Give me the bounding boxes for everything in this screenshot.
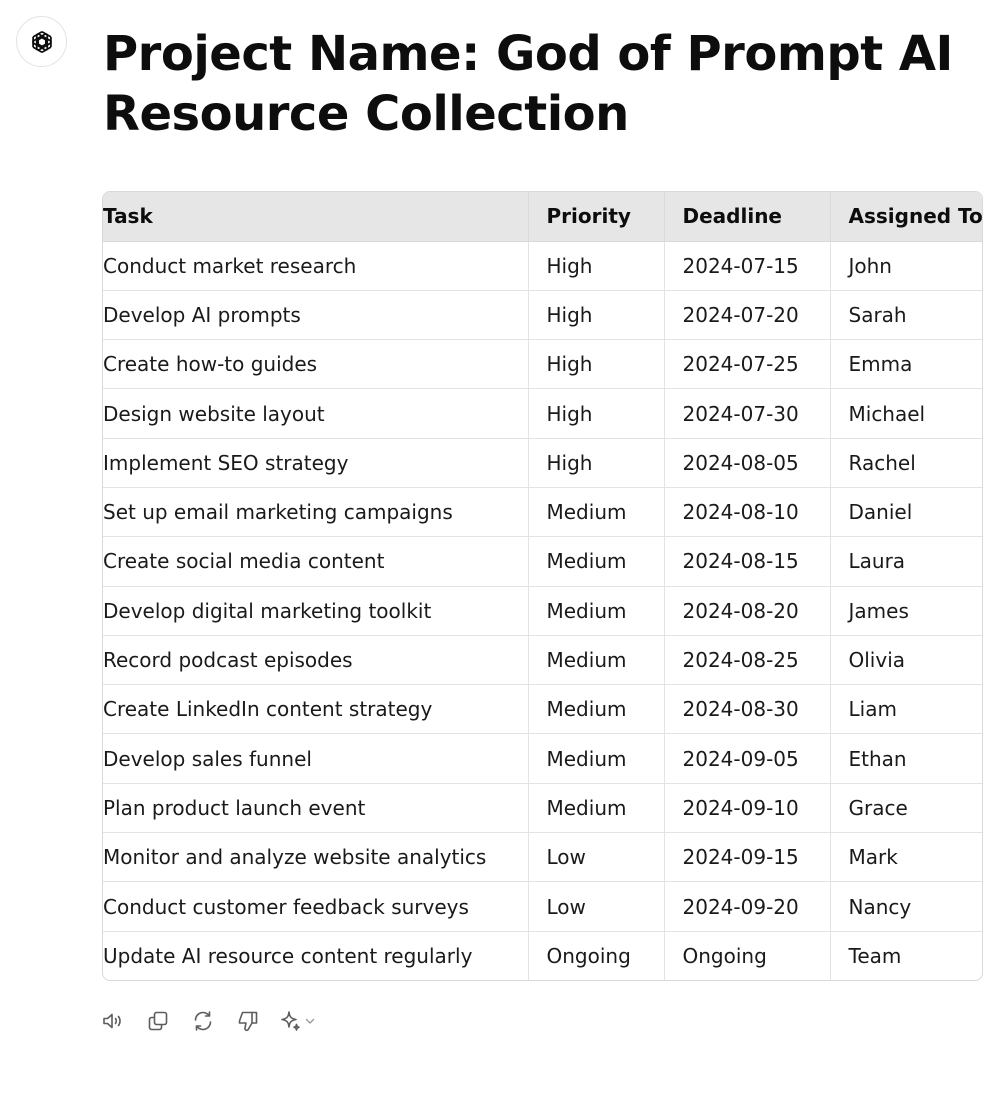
cell-task: Conduct market research	[103, 241, 529, 291]
table-row: Plan product launch event Medium 2024-09-1…	[103, 783, 982, 834]
cell-deadline: 2024-07-30	[664, 388, 831, 439]
cell-priority: High	[528, 241, 665, 291]
cell-deadline: 2024-09-15	[664, 832, 831, 883]
cell-task: Monitor and analyze website analytics	[103, 832, 529, 883]
thumbs-down-button[interactable]	[233, 1006, 263, 1036]
table-row: Develop digital marketing toolkit Medium 2…	[103, 586, 982, 636]
page-title: Project Name: God of Prompt AI Resource …	[103, 26, 953, 142]
thumbs-down-icon	[238, 1011, 258, 1032]
cell-priority: Medium	[528, 733, 665, 784]
cell-task: Develop AI prompts	[103, 290, 529, 341]
cell-assigned-to: Mark	[830, 832, 982, 883]
sparkle-model-icon	[281, 1011, 300, 1031]
cell-deadline: 2024-08-25	[664, 635, 831, 686]
cell-priority: Ongoing	[528, 931, 665, 981]
cell-deadline: 2024-08-10	[664, 487, 831, 538]
cell-deadline: 2024-07-20	[664, 290, 831, 341]
cell-priority: Medium	[528, 487, 665, 538]
change-model-button[interactable]	[278, 1006, 318, 1036]
task-table-container: Task Priority Deadline Assigned To Condu…	[102, 191, 983, 982]
chat-message: Project Name: God of Prompt AI Resource …	[0, 0, 1000, 1097]
cell-assigned-to: James	[830, 586, 982, 636]
cell-assigned-to: Team	[848, 944, 902, 969]
cell-priority: Medium	[528, 635, 665, 686]
cell-deadline: 2024-09-05	[664, 733, 831, 784]
cell-deadline: 2024-08-05	[664, 438, 831, 488]
cell-task: Develop sales funnel	[103, 733, 529, 784]
cell-task: Design website layout	[103, 388, 529, 439]
cell-assigned-to: Laura	[830, 536, 982, 587]
regenerate-icon	[194, 1011, 212, 1031]
table-row: Conduct market research High 2024-07-15 Joh…	[103, 241, 982, 291]
cell-assigned-to: Ethan	[830, 733, 982, 784]
table-row: Create how-to guides High 2024-07-25 Emma	[103, 339, 982, 390]
cell-priority: Low	[528, 881, 665, 932]
cell-task: Conduct customer feedback surveys	[103, 881, 529, 932]
regenerate-button[interactable]	[188, 1006, 218, 1036]
table-row: Set up email marketing campaigns Medium 20…	[103, 487, 982, 538]
cell-task: Develop digital marketing toolkit	[103, 586, 529, 636]
cell-task: Create social media content	[103, 536, 529, 587]
cell-assigned-to: Daniel	[830, 487, 982, 538]
openai-logo-icon	[31, 30, 52, 53]
table-row: Update AI resource content regularly Ongo…	[103, 931, 982, 981]
column-header-priority: Priority	[528, 192, 665, 242]
read-aloud-icon	[103, 1013, 121, 1029]
column-header-deadline: Deadline	[664, 192, 831, 242]
table-row: Conduct customer feedback surveys Low 2024…	[103, 881, 982, 932]
task-table: Task Priority Deadline Assigned To Condu…	[103, 192, 982, 981]
cell-task: Update AI resource content regularly	[103, 931, 529, 981]
cell-deadline: 2024-09-10	[664, 783, 831, 834]
table-row: Design website layout High 2024-07-30 Micha…	[103, 388, 982, 439]
assistant-avatar	[16, 16, 67, 67]
cell-assigned-to: Sarah	[830, 290, 982, 341]
cell-priority: High	[528, 290, 665, 341]
cell-task: Create LinkedIn content strategy	[103, 684, 529, 735]
cell-assigned-to: Grace	[830, 783, 982, 834]
cell-task: Plan product launch event	[103, 783, 529, 834]
cell-deadline: 2024-08-15	[664, 536, 831, 587]
table-row: Monitor and analyze website analytics Low…	[103, 832, 982, 883]
message-actions-bar	[98, 1006, 333, 1036]
table-header-row: Task Priority Deadline Assigned To	[103, 192, 982, 242]
cell-priority: Medium	[528, 586, 665, 636]
table-row: Develop sales funnel Medium 2024-09-05 Etha…	[103, 733, 982, 784]
table-row: Create social media content Medium 2024-08…	[103, 536, 982, 587]
cell-assigned-to: Liam	[830, 684, 982, 735]
cell-task: Implement SEO strategy	[103, 438, 529, 488]
cell-priority: Medium	[528, 684, 665, 735]
cell-task: Record podcast episodes	[103, 635, 529, 686]
cell-priority: Medium	[528, 536, 665, 587]
read-aloud-button[interactable]	[98, 1006, 128, 1036]
column-header-assigned-to: Assigned To	[830, 192, 982, 242]
table-body: Conduct market research High 2024-07-15 Joh…	[103, 241, 982, 981]
chevron-down-icon	[305, 1018, 315, 1024]
cell-assigned-to: Rachel	[830, 438, 982, 488]
cell-assigned-to: Olivia	[830, 635, 982, 686]
column-header-task: Task	[103, 192, 529, 242]
cell-priority: Low	[528, 832, 665, 883]
cell-deadline: 2024-07-25	[664, 339, 831, 390]
cell-assigned-to: Nancy	[830, 881, 982, 932]
cell-task: Set up email marketing campaigns	[103, 487, 529, 538]
cell-priority: High	[528, 339, 665, 390]
cell-assigned-to: Michael	[830, 388, 982, 439]
cell-assigned-to: John	[830, 241, 982, 291]
copy-icon	[148, 1011, 168, 1031]
cell-assigned-to: Emma	[830, 339, 982, 390]
cell-deadline: 2024-07-15	[664, 241, 831, 291]
table-row: Create LinkedIn content strategy Medium 20…	[103, 684, 982, 735]
cell-priority: High	[528, 388, 665, 439]
cell-deadline: 2024-08-20	[664, 586, 831, 636]
table-row: Develop AI prompts High 2024-07-20 Sarah	[103, 290, 982, 341]
cell-deadline: 2024-09-20	[664, 881, 831, 932]
table-row: Implement SEO strategy High 2024-08-05 Rach…	[103, 438, 982, 488]
copy-button[interactable]	[143, 1006, 173, 1036]
cell-task: Create how-to guides	[103, 339, 529, 390]
cell-deadline: Ongoing	[664, 931, 831, 981]
cell-deadline: 2024-08-30	[664, 684, 831, 735]
cell-priority: High	[528, 438, 665, 488]
table-row: Record podcast episodes Medium 2024-08-25 O…	[103, 635, 982, 686]
cell-priority: Medium	[528, 783, 665, 834]
